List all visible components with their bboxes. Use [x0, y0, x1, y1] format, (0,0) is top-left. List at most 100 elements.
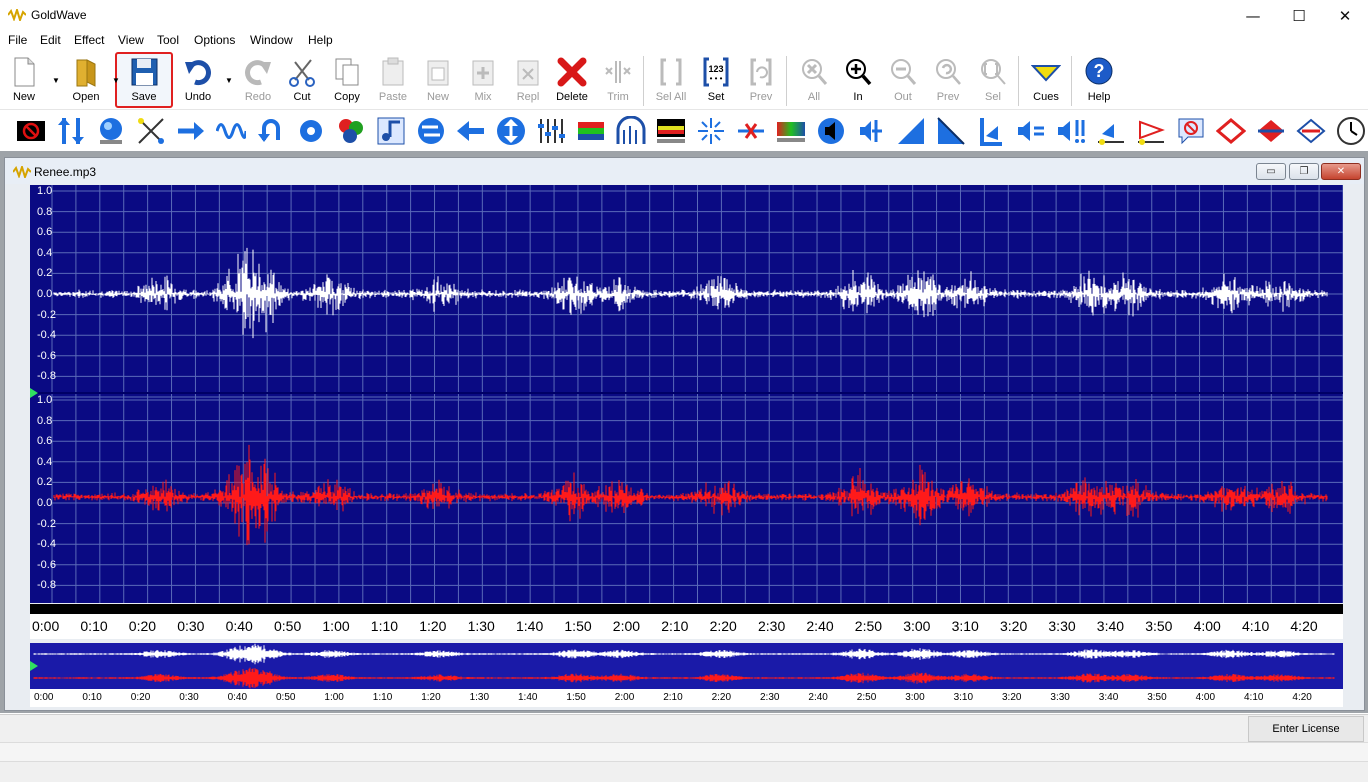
open-dropdown-icon[interactable]: ▼	[112, 76, 120, 85]
undo-dropdown-icon[interactable]: ▼	[225, 76, 233, 85]
new-dropdown-icon[interactable]: ▼	[52, 76, 60, 85]
filter-arch-icon[interactable]	[616, 116, 646, 146]
menu-help[interactable]: Help	[308, 33, 333, 47]
open-button[interactable]: Open	[62, 53, 110, 107]
floppy-disk-icon	[131, 58, 158, 86]
maximize-button[interactable]: ☐	[1276, 0, 1322, 31]
noise-sparkle-icon[interactable]	[696, 116, 726, 146]
amplitude-label: -0.8	[37, 579, 56, 592]
document-minimize-button[interactable]: ▭	[1256, 163, 1286, 180]
waveform-display[interactable]	[30, 185, 1344, 607]
time-label: 3:00	[903, 618, 931, 634]
sine-wave-icon[interactable]	[216, 116, 246, 146]
playback-marker-icon[interactable]	[1096, 116, 1126, 146]
time-label: 2:30	[758, 618, 786, 634]
overview-time-label: 0:20	[130, 692, 151, 703]
help-question-icon: ?	[1085, 57, 1113, 85]
overview-time-label: 4:10	[1244, 692, 1264, 703]
cross-fade-icon[interactable]	[136, 116, 166, 146]
zoom-previous-icon	[936, 59, 961, 85]
time-label: 4:00	[1193, 618, 1221, 634]
remove-section-icon[interactable]	[736, 116, 766, 146]
waveform-document-icon	[13, 166, 31, 178]
new-button[interactable]: New	[0, 53, 48, 107]
waveform-canvas[interactable]	[30, 185, 1344, 607]
zoom-selection-button[interactable]: Sel	[969, 53, 1017, 107]
marker-bracket-icon[interactable]	[976, 116, 1006, 146]
menu-tool[interactable]: Tool	[157, 33, 179, 47]
fade-out-triangle-icon[interactable]	[936, 116, 966, 146]
overview-time-label: 2:20	[711, 692, 732, 703]
overview-time-label: 4:20	[1292, 692, 1312, 703]
mdi-client-area: Renee.mp3 ▭ ❐ ✕ 1.0 0.8 0.6 0.4 0.2 0.0 -0.2 -0…	[0, 151, 1368, 713]
center-channel-icon[interactable]	[856, 116, 886, 146]
speaker-volume-icon[interactable]	[816, 116, 846, 146]
overview-waveform[interactable]: 0:00 0:10 0:20 0:30 0:40 0:50 1:00 1:10 1:20 1:30…	[30, 643, 1343, 707]
help-button[interactable]: ? Help	[1075, 53, 1123, 107]
auto-cue-icon[interactable]	[1136, 116, 1166, 146]
new-file-icon	[14, 57, 35, 87]
spectrum-bar-icon[interactable]	[576, 116, 606, 146]
clock-icon[interactable]	[1336, 116, 1366, 146]
swap-channels-icon[interactable]	[416, 116, 446, 146]
open-label: Open	[72, 91, 100, 103]
equalizer-sliders-icon[interactable]	[536, 116, 566, 146]
overview-time-label: 1:30	[469, 692, 490, 703]
volume-change-icon[interactable]	[496, 116, 526, 146]
time-label: 4:10	[1242, 618, 1270, 634]
globe-effect-icon[interactable]	[96, 116, 126, 146]
document-restore-button[interactable]: ❐	[1289, 163, 1319, 180]
color-swirl-icon[interactable]	[336, 116, 366, 146]
amplitude-label: 0.0	[37, 497, 53, 509]
menu-view[interactable]: View	[118, 33, 144, 47]
fade-in-triangle-icon[interactable]	[896, 116, 926, 146]
insert-arrow-icon[interactable]	[176, 116, 206, 146]
cues-button[interactable]: Cues	[1022, 53, 1070, 107]
time-label: 1:40	[516, 618, 544, 634]
save-button[interactable]: Save	[120, 53, 168, 107]
document-window[interactable]: Renee.mp3 ▭ ❐ ✕ 1.0 0.8 0.6 0.4 0.2 0.0 -0.2 -0…	[4, 157, 1365, 711]
amplitude-label: -0.2	[37, 308, 56, 321]
menu-file[interactable]: File	[8, 33, 27, 47]
music-note-icon[interactable]	[376, 116, 406, 146]
amplitude-label: 0.4	[37, 246, 53, 259]
spectrum-filter-icon[interactable]	[656, 116, 686, 146]
overview-canvas[interactable]	[30, 643, 1343, 689]
time-ruler[interactable]: 0:00 0:10 0:20 0:30 0:40 0:50 1:00 1:10 1:20 1:30…	[30, 604, 1343, 639]
close-button[interactable]: ✕	[1322, 0, 1368, 31]
set-marker-123-icon: 123• • •	[703, 57, 729, 87]
stop-effect-icon[interactable]	[16, 116, 46, 146]
copy-pages-icon	[335, 58, 359, 86]
left-arrow-icon[interactable]	[456, 116, 486, 146]
menu-edit[interactable]: Edit	[40, 33, 61, 47]
gear-effect-icon[interactable]	[296, 116, 326, 146]
time-label: 4:20	[1290, 618, 1318, 634]
undo-button[interactable]: Undo	[174, 53, 222, 107]
overview-time-label: 0:30	[179, 692, 199, 703]
trim-icon	[605, 61, 631, 83]
undo-arrow-icon	[185, 60, 211, 86]
diamond-split-icon[interactable]	[1256, 116, 1286, 146]
expand-vertical-icon[interactable]	[56, 116, 86, 146]
volume-equal-icon[interactable]	[1016, 116, 1046, 146]
amplitude-label: -0.2	[37, 517, 56, 530]
no-speech-bubble-icon[interactable]	[1176, 116, 1206, 146]
diamond-red-icon[interactable]	[1216, 116, 1246, 146]
status-strip	[0, 742, 1368, 762]
trim-button[interactable]: Trim	[594, 53, 642, 107]
document-close-button[interactable]: ✕	[1321, 163, 1361, 180]
enter-license-button[interactable]: Enter License	[1248, 716, 1364, 742]
menu-effect[interactable]: Effect	[74, 33, 104, 47]
menu-options[interactable]: Options	[194, 33, 235, 47]
previous-selection-button[interactable]: Prev	[737, 53, 785, 107]
menu-window[interactable]: Window	[250, 33, 293, 47]
diamond-blue-icon[interactable]	[1296, 116, 1326, 146]
right-channel-waveform	[53, 444, 1328, 546]
reverse-loop-icon[interactable]	[256, 116, 286, 146]
color-spectrum-icon[interactable]	[776, 116, 806, 146]
volume-alert-icon[interactable]	[1056, 116, 1086, 146]
minimize-button[interactable]: —	[1230, 0, 1276, 31]
time-label: 1:50	[564, 618, 592, 634]
overview-play-marker	[30, 661, 38, 671]
overview-time-label: 2:10	[663, 692, 683, 703]
